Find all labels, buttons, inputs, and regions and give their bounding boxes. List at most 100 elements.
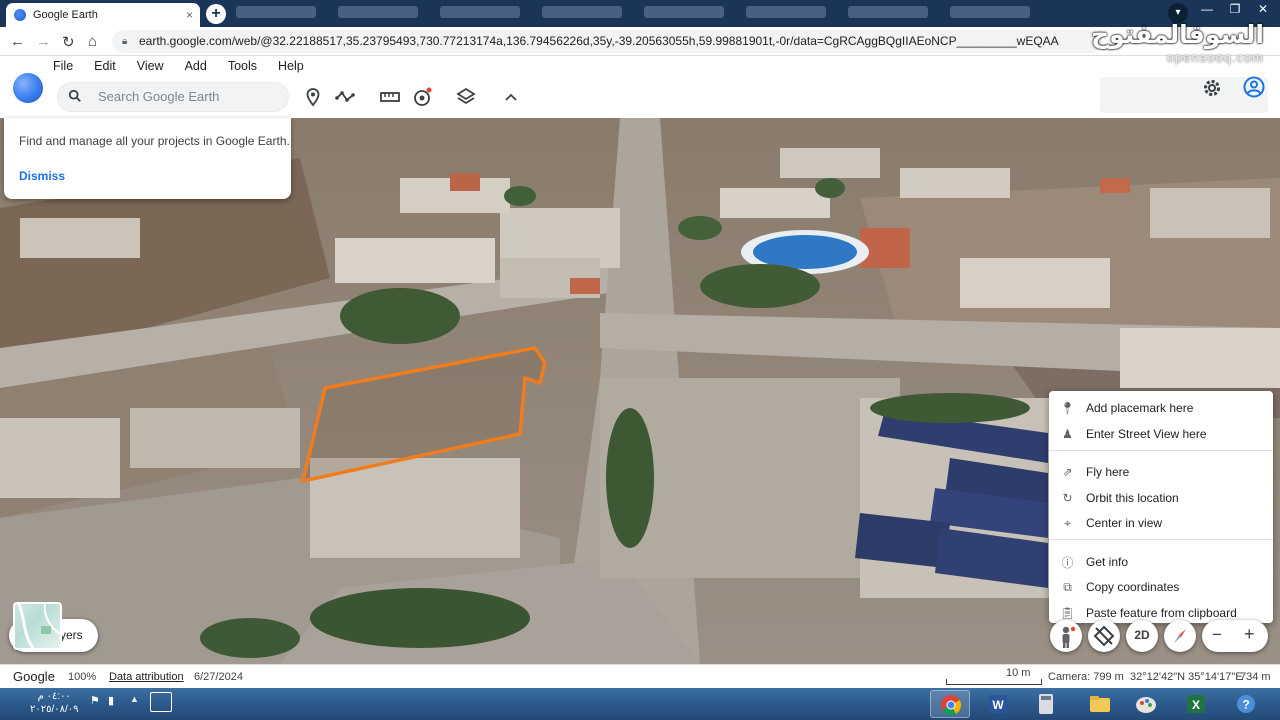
taskbar-paint[interactable] xyxy=(1126,690,1166,718)
settings-gear-icon[interactable] xyxy=(1202,78,1222,98)
background-tab[interactable] xyxy=(542,6,622,18)
tilt-icon xyxy=(1093,625,1115,647)
help-icon: ? xyxy=(1237,695,1255,713)
network-icon[interactable]: ▮ xyxy=(108,694,114,707)
view-2d-button[interactable]: 2D xyxy=(1126,620,1158,652)
menu-enter-street-view[interactable]: ♟ Enter Street View here xyxy=(1049,422,1273,446)
google-earth-favicon-icon xyxy=(14,9,26,21)
menu-item-label: Fly here xyxy=(1086,465,1130,479)
watermark-domain: opensooq.com xyxy=(1166,50,1264,65)
projects-tip-popup: Find and manage all your projects in Goo… xyxy=(4,118,291,199)
zoom-out-button[interactable]: − xyxy=(1212,625,1222,645)
menu-get-info[interactable]: ⓘ Get info xyxy=(1049,550,1273,574)
dismiss-button[interactable]: Dismiss xyxy=(19,169,65,183)
voyager-icon[interactable] xyxy=(411,86,433,108)
reload-icon[interactable]: ↻ xyxy=(62,33,75,51)
background-tab[interactable] xyxy=(338,6,418,18)
copy-icon: ⧉ xyxy=(1063,579,1072,594)
status-bar: Google 100% Data attribution 6/27/2024 1… xyxy=(0,664,1280,688)
background-tab[interactable] xyxy=(746,6,826,18)
menu-fly-here[interactable]: ⇗ Fly here xyxy=(1049,460,1273,484)
menu-edit[interactable]: Edit xyxy=(94,59,116,73)
forward-icon[interactable]: → xyxy=(36,33,51,50)
chrome-icon xyxy=(941,695,962,716)
home-icon[interactable]: ⌂ xyxy=(88,33,97,50)
svg-text:W: W xyxy=(992,698,1004,712)
menu-center-in-view[interactable]: ⌖ Center in view xyxy=(1049,511,1273,535)
search-box xyxy=(57,82,289,112)
fly-icon: ⇗ xyxy=(1062,465,1073,479)
scale-bar xyxy=(946,679,1042,685)
search-input[interactable] xyxy=(98,89,278,104)
tilt-toggle-button[interactable] xyxy=(1088,620,1120,652)
show-hidden-icons[interactable]: ▲ xyxy=(130,694,139,704)
new-tab-button[interactable]: + xyxy=(206,4,226,24)
menu-file[interactable]: File xyxy=(53,59,73,73)
compass-icon xyxy=(1174,629,1186,643)
collapse-icon[interactable] xyxy=(500,86,522,108)
menu-add-placemark-here[interactable]: 📍︎ Add placemark here xyxy=(1049,396,1273,420)
svg-text:?: ? xyxy=(1242,698,1249,712)
paint-icon xyxy=(1136,697,1156,713)
keyboard-icon[interactable] xyxy=(150,692,172,712)
taskbar-help[interactable]: ? xyxy=(1226,690,1266,718)
app-menu-bar: File Edit View Add Tools Help xyxy=(53,59,304,73)
google-brand: Google xyxy=(13,669,55,684)
orbit-icon: ↻ xyxy=(1062,491,1073,505)
ground-elevation: 734 m xyxy=(1240,671,1271,683)
background-tab[interactable] xyxy=(950,6,1030,18)
paste-icon: 📋︎ xyxy=(1059,606,1076,620)
tab-close-icon[interactable]: × xyxy=(186,8,193,22)
taskbar-word[interactable]: W xyxy=(978,690,1018,718)
path-icon[interactable] xyxy=(334,86,356,108)
popup-message: Find and manage all your projects in Goo… xyxy=(19,134,290,148)
menu-help[interactable]: Help xyxy=(278,59,304,73)
background-tab[interactable] xyxy=(848,6,928,18)
menu-item-label: Copy coordinates xyxy=(1086,580,1180,594)
excel-icon: X xyxy=(1187,695,1205,713)
placemark-icon[interactable] xyxy=(302,86,324,108)
camera-altitude: Camera: 799 m xyxy=(1048,671,1124,683)
site-info-icon[interactable]: 🔒︎ xyxy=(122,30,127,53)
search-icon xyxy=(68,89,81,102)
close-window-button[interactable]: ✕ xyxy=(1249,0,1277,20)
view-mode-label: 2D xyxy=(1134,628,1150,642)
account-icon[interactable] xyxy=(1243,76,1265,98)
earth-header: File Edit View Add Tools Help xyxy=(0,56,1280,118)
menu-tools[interactable]: Tools xyxy=(228,59,257,73)
taskbar-explorer[interactable] xyxy=(1080,690,1120,718)
zoom-in-button[interactable]: + xyxy=(1244,624,1255,645)
measure-icon[interactable] xyxy=(379,86,401,108)
google-earth-logo[interactable] xyxy=(13,73,43,103)
menu-view[interactable]: View xyxy=(137,59,164,73)
tab-google-earth[interactable]: Google Earth × xyxy=(6,3,200,27)
info-icon: ⓘ xyxy=(1061,555,1074,570)
menu-copy-coordinates[interactable]: ⧉ Copy coordinates xyxy=(1049,575,1273,599)
taskbar-excel[interactable]: X xyxy=(1176,690,1216,718)
menu-item-label: Orbit this location xyxy=(1086,491,1179,505)
menu-add[interactable]: Add xyxy=(185,59,207,73)
menu-divider xyxy=(1049,450,1273,451)
taskbar-chrome[interactable] xyxy=(930,690,970,718)
data-attribution-link[interactable]: Data attribution xyxy=(109,671,184,683)
minimize-button[interactable]: — xyxy=(1193,0,1221,20)
background-tab[interactable] xyxy=(440,6,520,18)
taskbar-calculator[interactable] xyxy=(1026,690,1066,718)
layer-thumbnail[interactable] xyxy=(13,602,62,650)
menu-item-label: Get info xyxy=(1086,555,1129,569)
address-bar[interactable]: 🔒︎ earth.google.com/web/@32.22188517,35.… xyxy=(112,30,1102,53)
url-text: earth.google.com/web/@32.22188517,35.237… xyxy=(139,34,1059,48)
pegman-button[interactable] xyxy=(1050,620,1082,652)
back-icon[interactable]: ← xyxy=(10,33,25,50)
windows-taskbar: ٠٤:٠٠ م ٢٠٢٥/٠٨/٠٩ ⚑ ▮ ▲ W X ? xyxy=(0,688,1280,720)
compass-button[interactable] xyxy=(1164,620,1196,652)
maximize-button[interactable]: ❐ xyxy=(1221,0,1249,20)
taskbar-clock[interactable]: ٠٤:٠٠ م ٢٠٢٥/٠٨/٠٩ xyxy=(30,690,79,716)
flag-icon[interactable]: ⚑ xyxy=(90,694,100,707)
menu-orbit-location[interactable]: ↻ Orbit this location xyxy=(1049,486,1273,510)
background-tab[interactable] xyxy=(236,6,316,18)
background-tab[interactable] xyxy=(644,6,724,18)
menu-item-label: Enter Street View here xyxy=(1086,427,1207,441)
menu-item-label: Add placemark here xyxy=(1086,401,1194,415)
layers-style-icon[interactable] xyxy=(455,86,477,108)
